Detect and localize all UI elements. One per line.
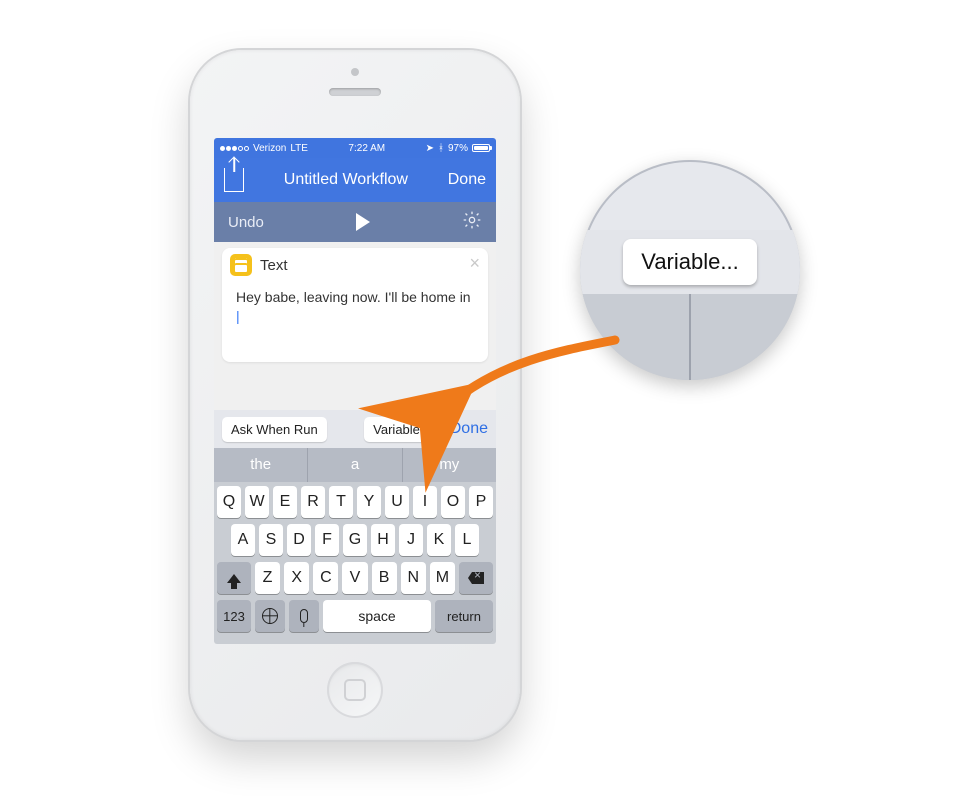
dictation-key[interactable] bbox=[289, 600, 319, 632]
magnifier-variable-button: Variable... bbox=[623, 239, 756, 285]
key-f[interactable]: F bbox=[315, 524, 339, 556]
battery-pct-label: 97% bbox=[448, 143, 468, 154]
key-k[interactable]: K bbox=[427, 524, 451, 556]
key-t[interactable]: T bbox=[329, 486, 353, 518]
space-key[interactable]: space bbox=[323, 600, 431, 632]
shift-icon bbox=[227, 574, 241, 583]
key-s[interactable]: S bbox=[259, 524, 283, 556]
key-n[interactable]: N bbox=[401, 562, 426, 594]
nav-bar: Untitled Workflow Done bbox=[214, 158, 496, 202]
key-b[interactable]: B bbox=[372, 562, 397, 594]
return-key[interactable]: return bbox=[435, 600, 493, 632]
keyboard-row-1: QWERTYUIOP bbox=[217, 486, 493, 518]
workflow-toolbar: Undo bbox=[214, 202, 496, 242]
ask-when-run-button[interactable]: Ask When Run bbox=[222, 417, 327, 442]
text-action-icon bbox=[230, 254, 252, 276]
phone-camera bbox=[351, 68, 359, 76]
key-z[interactable]: Z bbox=[255, 562, 280, 594]
keyboard-done-button[interactable]: Done bbox=[450, 420, 488, 438]
page-title: Untitled Workflow bbox=[284, 171, 408, 189]
text-field[interactable]: Hey babe, leaving now. I'll be home in | bbox=[222, 282, 488, 354]
phone-frame: Verizon LTE 7:22 AM ➤ ᚼ 97% Untitled Wor… bbox=[190, 50, 520, 740]
text-action-card: Text × Hey babe, leaving now. I'll be ho… bbox=[222, 248, 488, 362]
key-w[interactable]: W bbox=[245, 486, 269, 518]
key-i[interactable]: I bbox=[413, 486, 437, 518]
key-l[interactable]: L bbox=[455, 524, 479, 556]
predictive-suggestion[interactable]: the bbox=[214, 448, 308, 482]
delete-icon bbox=[468, 572, 484, 584]
play-icon[interactable] bbox=[356, 213, 370, 231]
status-bar: Verizon LTE 7:22 AM ➤ ᚼ 97% bbox=[214, 138, 496, 158]
predictive-suggestion[interactable]: my bbox=[403, 448, 496, 482]
key-g[interactable]: G bbox=[343, 524, 367, 556]
phone-speaker bbox=[329, 88, 381, 96]
predictive-suggestion[interactable]: a bbox=[308, 448, 402, 482]
shift-key[interactable] bbox=[217, 562, 251, 594]
gear-icon[interactable] bbox=[462, 210, 482, 234]
network-label: LTE bbox=[290, 143, 308, 154]
key-y[interactable]: Y bbox=[357, 486, 381, 518]
share-icon[interactable] bbox=[224, 168, 244, 192]
numbers-key[interactable]: 123 bbox=[217, 600, 251, 632]
keyboard-accessory-bar: Ask When Run Variable... Done bbox=[214, 410, 496, 448]
variable-button[interactable]: Variable... bbox=[364, 417, 440, 442]
key-v[interactable]: V bbox=[342, 562, 367, 594]
key-j[interactable]: J bbox=[399, 524, 423, 556]
key-x[interactable]: X bbox=[284, 562, 309, 594]
globe-icon bbox=[262, 608, 278, 624]
carrier-label: Verizon bbox=[253, 143, 286, 154]
nav-done-button[interactable]: Done bbox=[448, 171, 486, 189]
text-field-value: Hey babe, leaving now. I'll be home in bbox=[236, 289, 471, 305]
key-c[interactable]: C bbox=[313, 562, 338, 594]
key-d[interactable]: D bbox=[287, 524, 311, 556]
key-h[interactable]: H bbox=[371, 524, 395, 556]
text-cursor: | bbox=[236, 308, 240, 324]
predictive-bar: the a my bbox=[214, 448, 496, 482]
signal-strength-icon bbox=[220, 146, 249, 151]
battery-icon bbox=[472, 144, 490, 152]
key-m[interactable]: M bbox=[430, 562, 455, 594]
key-r[interactable]: R bbox=[301, 486, 325, 518]
key-a[interactable]: A bbox=[231, 524, 255, 556]
keyboard: QWERTYUIOP ASDFGHJKL ZXCVBNM 123 space r… bbox=[214, 482, 496, 644]
key-u[interactable]: U bbox=[385, 486, 409, 518]
close-icon[interactable]: × bbox=[469, 254, 480, 272]
bluetooth-icon: ᚼ bbox=[438, 143, 444, 154]
delete-key[interactable] bbox=[459, 562, 493, 594]
magnifier-callout: Variable... bbox=[580, 160, 800, 380]
undo-button[interactable]: Undo bbox=[228, 214, 264, 231]
magnifier-keyboard-hint bbox=[580, 294, 800, 380]
card-title: Text bbox=[260, 257, 288, 274]
key-q[interactable]: Q bbox=[217, 486, 241, 518]
location-icon: ➤ bbox=[426, 143, 434, 154]
keyboard-row-4: 123 space return bbox=[217, 600, 493, 632]
key-o[interactable]: O bbox=[441, 486, 465, 518]
home-button[interactable] bbox=[327, 662, 383, 718]
keyboard-row-3: ZXCVBNM bbox=[217, 562, 493, 594]
key-p[interactable]: P bbox=[469, 486, 493, 518]
keyboard-row-2: ASDFGHJKL bbox=[217, 524, 493, 556]
key-e[interactable]: E bbox=[273, 486, 297, 518]
mic-icon bbox=[300, 609, 308, 623]
phone-screen: Verizon LTE 7:22 AM ➤ ᚼ 97% Untitled Wor… bbox=[214, 138, 496, 644]
clock-label: 7:22 AM bbox=[312, 143, 422, 154]
globe-key[interactable] bbox=[255, 600, 285, 632]
